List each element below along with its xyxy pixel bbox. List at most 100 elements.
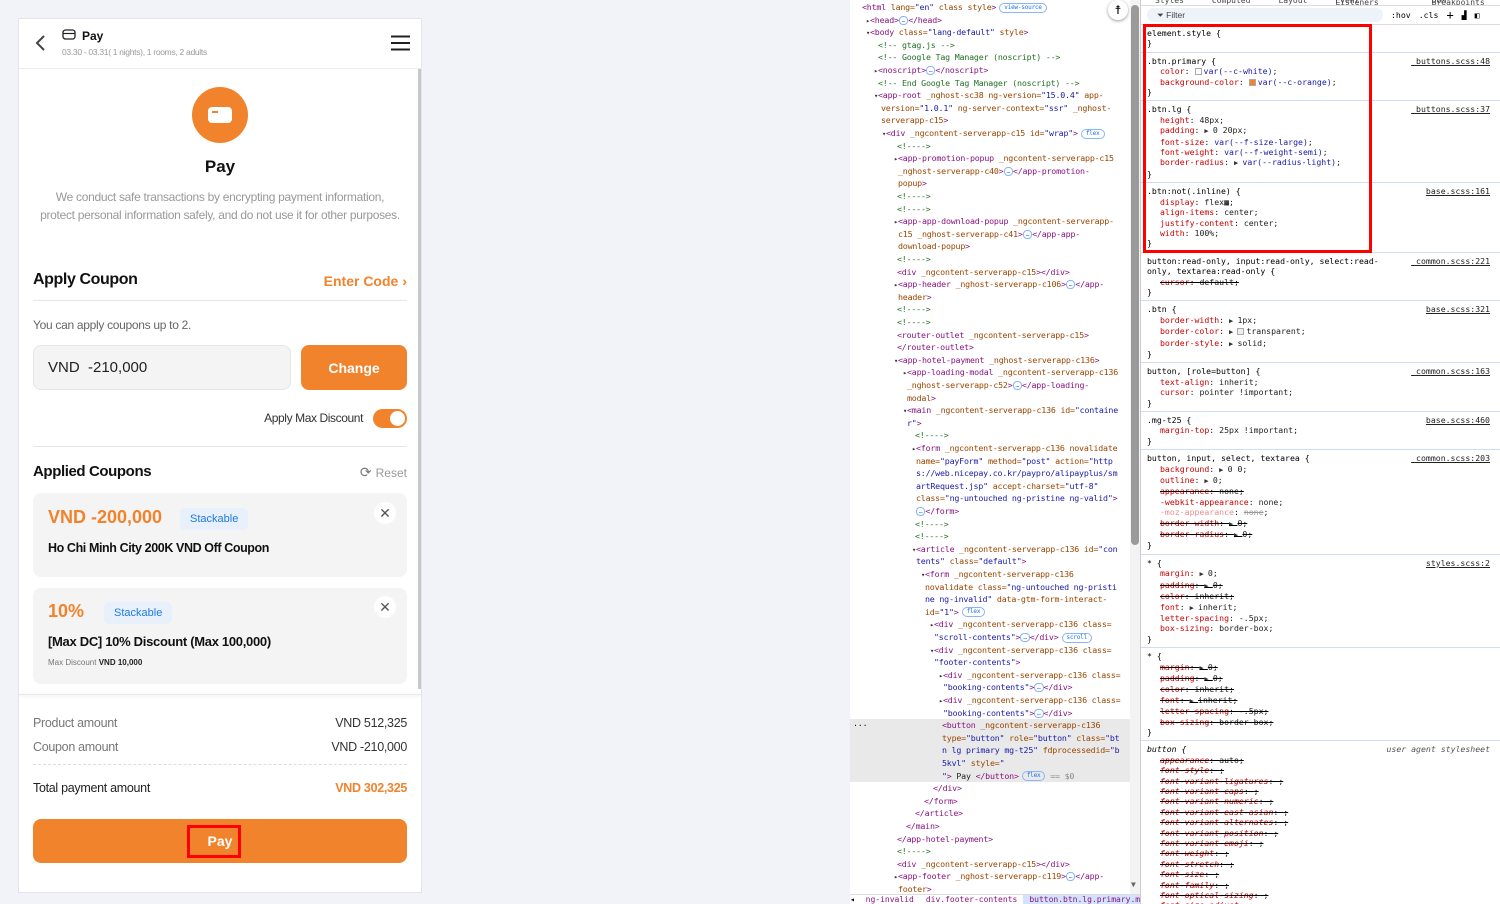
dom-node-line[interactable]: ▸<app-loading-modal _ngcontent-serverapp… bbox=[903, 366, 1130, 379]
rule-source-link[interactable]: _buttons.scss:37 bbox=[1411, 104, 1490, 114]
css-property[interactable]: box-sizing: border-box; bbox=[1147, 623, 1494, 633]
styles-tab[interactable]: DOM Breakpoints bbox=[1432, 0, 1500, 5]
dom-node-line[interactable]: ▾<body class="lang-default" style> bbox=[866, 26, 1130, 39]
dom-node-line[interactable]: <router-outlet _ngcontent-serverapp-c15> bbox=[897, 329, 1130, 342]
dom-node-line[interactable]: version="1.0.1" ng-server-context="ssr" … bbox=[881, 102, 1130, 115]
css-property[interactable]: padding: ▶ 0; bbox=[1147, 673, 1494, 684]
css-property[interactable]: letter-spacing: -.5px; bbox=[1147, 706, 1494, 716]
dom-node-line[interactable]: </article> bbox=[915, 807, 1130, 820]
property-value[interactable]: center bbox=[1244, 218, 1274, 228]
property-name[interactable]: font-variant-east-asian bbox=[1160, 807, 1273, 817]
accessibility-icon[interactable]: ☨ bbox=[1108, 0, 1128, 20]
dom-node-line[interactable]: ▸<app-header _nghost-serverapp-c106>… </a… bbox=[894, 278, 1130, 291]
toggle-sidebar-icon[interactable]: ◧ bbox=[1475, 10, 1480, 20]
styles-tab[interactable]: Layout bbox=[1278, 0, 1307, 5]
color-swatch[interactable] bbox=[1237, 328, 1245, 336]
dom-node-line[interactable]: <div _ngcontent-serverapp-c15></div> bbox=[897, 266, 1130, 279]
expand-shorthand-icon[interactable]: ▶ bbox=[1229, 328, 1237, 336]
property-name[interactable]: display bbox=[1160, 197, 1195, 207]
property-value[interactable]: none bbox=[1259, 497, 1279, 507]
expand-shorthand-icon[interactable]: ▶ bbox=[1190, 604, 1198, 612]
css-property[interactable]: align-items: center; bbox=[1147, 207, 1494, 217]
dom-node-line[interactable]: ▸<app-footer _nghost-serverapp-c119>… </a… bbox=[894, 870, 1130, 883]
css-property[interactable]: border-style: ▶ solid; bbox=[1147, 338, 1494, 349]
property-name[interactable]: font-stretch bbox=[1160, 859, 1219, 869]
css-property[interactable]: font-variant-emoji: ; bbox=[1147, 838, 1494, 848]
dom-node-line[interactable]: ▾<form _ngcontent-serverapp-c136 bbox=[921, 568, 1130, 581]
dom-node-line[interactable]: modal> bbox=[907, 392, 1130, 405]
dom-node-line[interactable]: <!----> bbox=[897, 253, 1130, 266]
property-value[interactable]: border-box bbox=[1219, 717, 1268, 727]
property-value[interactable]: none bbox=[1219, 486, 1239, 496]
css-property[interactable]: margin: ▶ 0; bbox=[1147, 568, 1494, 579]
dom-node-line[interactable]: n lg primary mg-t25" fdprocessedid="b bbox=[850, 744, 1130, 757]
breadcrumb-item[interactable]: div.footer-contents bbox=[920, 895, 1024, 904]
property-value[interactable]: auto bbox=[1219, 755, 1239, 765]
property-value[interactable]: none bbox=[1244, 507, 1264, 517]
property-name[interactable]: width bbox=[1160, 228, 1185, 238]
css-property[interactable]: margin: ▶ 0; bbox=[1147, 662, 1494, 673]
dom-node-line[interactable]: _nghost-serverapp-c52>… </app-loading- bbox=[907, 379, 1130, 392]
remove-coupon-close-icon[interactable]: ✕ bbox=[374, 502, 396, 524]
cls-button[interactable]: .cls bbox=[1419, 10, 1439, 20]
dom-node-line[interactable]: "scroll-contents">… </div> scroll bbox=[934, 631, 1130, 644]
expand-shorthand-icon[interactable]: ▶ bbox=[1199, 664, 1207, 672]
property-name[interactable]: border-style bbox=[1160, 338, 1219, 348]
css-property[interactable]: font-variant-ligatures: ; bbox=[1147, 776, 1494, 786]
scroll-left-icon[interactable]: ◂ bbox=[850, 895, 860, 904]
dom-node-line[interactable]: <!----> bbox=[897, 316, 1130, 329]
dom-node-line[interactable]: popup> bbox=[898, 177, 1130, 190]
dom-node-line[interactable]: <!----> bbox=[897, 303, 1130, 316]
css-property[interactable]: color: var(--c-white); bbox=[1147, 66, 1494, 76]
property-name[interactable]: color bbox=[1160, 591, 1185, 601]
styles-tab[interactable]: Styles bbox=[1155, 0, 1184, 5]
dom-node-line[interactable]: ▸<div _ngcontent-serverapp-c136 class= bbox=[930, 618, 1130, 631]
css-property[interactable]: justify-content: center; bbox=[1147, 218, 1494, 228]
dom-node-line[interactable]: name="payForm" method="post" action="htt… bbox=[916, 455, 1130, 468]
property-value[interactable]: transparent bbox=[1246, 326, 1300, 336]
css-property[interactable]: font-variant-alternates: ; bbox=[1147, 817, 1494, 827]
dom-node-line[interactable]: </main> bbox=[906, 820, 1130, 833]
filter-input[interactable]: ⏷ Filter bbox=[1147, 8, 1383, 22]
dom-node-line[interactable]: <!-- gtag.js --> bbox=[878, 39, 1130, 52]
css-property[interactable]: -webkit-appearance: none; bbox=[1147, 497, 1494, 507]
property-name[interactable]: font-size-adjust bbox=[1160, 900, 1239, 904]
dom-node-line[interactable]: </form> bbox=[924, 795, 1130, 808]
css-property[interactable]: border-radius: ▶ 0; bbox=[1147, 529, 1494, 540]
css-property[interactable]: margin-top: 25px !important; bbox=[1147, 425, 1494, 435]
ellipsis-badge[interactable]: … bbox=[898, 15, 909, 25]
css-property[interactable]: font-variant-east-asian: ; bbox=[1147, 807, 1494, 817]
ellipsis-badge[interactable]: … bbox=[925, 66, 936, 75]
css-property[interactable]: height: 48px; bbox=[1147, 115, 1494, 125]
css-property[interactable]: text-align: inherit; bbox=[1147, 377, 1494, 387]
coupon-amount-field[interactable]: VND -210,000 bbox=[33, 345, 291, 390]
property-value[interactable]: var(--c-white) bbox=[1204, 66, 1273, 76]
property-value[interactable]: 100% bbox=[1195, 228, 1215, 238]
property-value[interactable]: -.5px bbox=[1239, 706, 1264, 716]
property-value[interactable]: 0 0 bbox=[1228, 464, 1243, 474]
css-property[interactable]: appearance: auto; bbox=[1147, 755, 1494, 765]
hov-button[interactable]: :hov bbox=[1391, 10, 1411, 20]
property-name[interactable]: font-optical-sizing bbox=[1160, 890, 1254, 900]
rule-source-link[interactable]: _common.scss:221 bbox=[1411, 256, 1490, 266]
dom-node-line[interactable]: ▸<app-promotion-popup _ngcontent-servera… bbox=[894, 152, 1130, 165]
ellipsis-badge[interactable]: … bbox=[1003, 166, 1013, 176]
enter-code-link[interactable]: Enter Code › bbox=[324, 273, 407, 289]
expand-shorthand-icon[interactable]: ▶ bbox=[1204, 127, 1212, 135]
property-name[interactable]: cursor bbox=[1160, 277, 1190, 287]
reset-button[interactable]: ⟳ Reset bbox=[360, 464, 407, 481]
property-value[interactable]: inherit bbox=[1219, 377, 1254, 387]
dom-node-line[interactable]: ▾<div _ngcontent-serverapp-c136 class= bbox=[930, 644, 1130, 657]
property-name[interactable]: padding bbox=[1160, 580, 1195, 590]
property-value[interactable]: default bbox=[1199, 277, 1234, 287]
property-name[interactable]: font-variant-alternates bbox=[1160, 817, 1273, 827]
expand-shorthand-icon[interactable]: ▶ bbox=[1219, 466, 1227, 474]
property-name[interactable]: border-radius bbox=[1160, 529, 1224, 539]
property-name[interactable]: font-weight bbox=[1160, 848, 1214, 858]
property-value[interactable]: var(--c-orange) bbox=[1258, 77, 1332, 87]
css-property[interactable]: background: ▶ 0 0; bbox=[1147, 464, 1494, 475]
dom-node-line[interactable]: artRequest.jsp" accept-charset="utf-8" bbox=[916, 480, 1130, 493]
ellipsis-badge[interactable]: … bbox=[1065, 872, 1076, 882]
property-name[interactable]: padding bbox=[1160, 125, 1195, 135]
property-value[interactable]: border-box bbox=[1219, 623, 1268, 633]
